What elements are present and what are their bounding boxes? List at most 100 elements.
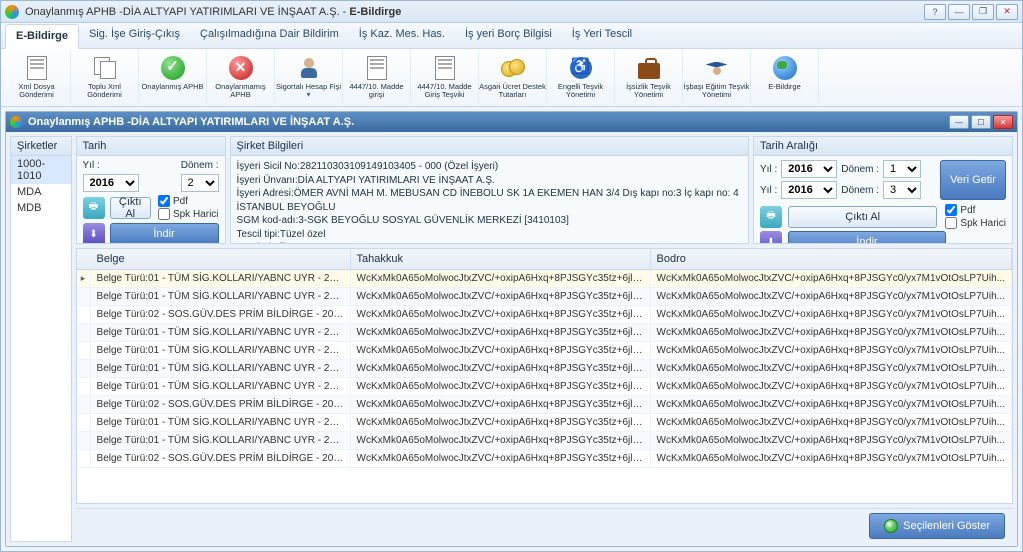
- table-row[interactable]: ▸Belge Türü:01 - TÜM SİG.KOLLARI/YABNC U…: [77, 270, 1012, 288]
- col-tahakkuk[interactable]: Tahakkuk: [351, 249, 651, 269]
- cell-bodro: WcKxMk0A65oMolwocJtxZVC/+oxipA6Hxq+8PJSG…: [651, 342, 1012, 359]
- donem-select[interactable]: 2: [181, 174, 219, 192]
- veri-getir-button[interactable]: Veri Getir: [940, 160, 1006, 200]
- menu-item-2[interactable]: Çalışılmadığına Dair Bildirim: [190, 23, 349, 48]
- toolbar-icon: [91, 55, 119, 81]
- table-row[interactable]: Belge Türü:01 - TÜM SİG.KOLLARI/YABNC UY…: [77, 432, 1012, 450]
- grid-header: Belge Tahakkuk Bodro: [77, 249, 1012, 270]
- aralik-cikti-al-button[interactable]: Çıktı Al: [788, 206, 937, 228]
- cell-belge: Belge Türü:02 - SOS.GÜV.DES PRİM BİLDİRG…: [91, 450, 351, 467]
- toolbar-label: 4447/10. Madde girişi: [343, 83, 410, 100]
- table-row[interactable]: Belge Türü:01 - TÜM SİG.KOLLARI/YABNC UY…: [77, 342, 1012, 360]
- inner-window-controls: — ☐ ✕: [949, 115, 1013, 129]
- spk-checkbox-row[interactable]: Spk Harici: [158, 208, 219, 220]
- outer-window: Onaylanmış APHB -DİA ALTYAPI YATIRIMLARI…: [0, 0, 1023, 552]
- table-row[interactable]: Belge Türü:01 - TÜM SİG.KOLLARI/YABNC UY…: [77, 360, 1012, 378]
- toolbar: Xml Dosya GönderimiToplu Xml Gönderimi✓O…: [1, 49, 1022, 107]
- cell-belge: Belge Türü:01 - TÜM SİG.KOLLARI/YABNC UY…: [91, 414, 351, 431]
- spk-checkbox[interactable]: [158, 208, 170, 220]
- aralik-yil2-label: Yıl :: [760, 185, 777, 196]
- toolbar-btn-8[interactable]: ♿Engelli Teşvik Yönetimi: [547, 51, 615, 105]
- secilenleri-goster-button[interactable]: Seçilenleri Göster: [869, 513, 1005, 539]
- inner-window: Onaylanmış APHB -DİA ALTYAPI YATIRIMLARI…: [5, 111, 1018, 547]
- table-row[interactable]: Belge Türü:01 - TÜM SİG.KOLLARI/YABNC UY…: [77, 378, 1012, 396]
- cell-tahakkuk: WcKxMk0A65oMolwocJtxZVC/+oxipA6Hxq+8PJSG…: [351, 378, 651, 395]
- cell-tahakkuk: WcKxMk0A65oMolwocJtxZVC/+oxipA6Hxq+8PJSG…: [351, 360, 651, 377]
- pdf-checkbox-row[interactable]: Pdf: [158, 195, 219, 207]
- cell-tahakkuk: WcKxMk0A65oMolwocJtxZVC/+oxipA6Hxq+8PJSG…: [351, 342, 651, 359]
- aralik-yil1-select[interactable]: 2016: [781, 160, 837, 178]
- toolbar-btn-4[interactable]: Sigortalı Hesap Fişi ▾: [275, 51, 343, 105]
- toolbar-btn-3[interactable]: ✕Onaylanmamış APHB: [207, 51, 275, 105]
- cell-tahakkuk: WcKxMk0A65oMolwocJtxZVC/+oxipA6Hxq+8PJSG…: [351, 450, 651, 467]
- aralik-donem1-select[interactable]: 1: [883, 160, 921, 178]
- toolbar-btn-6[interactable]: 4447/10. Madde Giriş Teşviki: [411, 51, 479, 105]
- toolbar-btn-11[interactable]: E-Bildirge: [751, 51, 819, 105]
- companies-list[interactable]: 1000-1010MDAMDB: [11, 156, 71, 541]
- toolbar-icon: ♿: [567, 55, 595, 81]
- toolbar-btn-10[interactable]: İşbaşı Eğitim Teşvik Yönetimi: [683, 51, 751, 105]
- inner-minimize-button[interactable]: —: [949, 115, 969, 129]
- aralik-pdf-row[interactable]: Pdf: [945, 204, 1006, 216]
- col-belge[interactable]: Belge: [91, 249, 351, 269]
- aralik-spk-checkbox[interactable]: [945, 217, 957, 229]
- menu-item-1[interactable]: Sig. İşe Giriş-Çıkış: [79, 23, 190, 48]
- inner-close-button[interactable]: ✕: [993, 115, 1013, 129]
- row-indicator: [77, 324, 91, 341]
- grid-body[interactable]: ▸Belge Türü:01 - TÜM SİG.KOLLARI/YABNC U…: [77, 270, 1012, 503]
- aralik-indir-button[interactable]: İndir: [788, 231, 946, 243]
- yil-select[interactable]: 2016: [83, 174, 139, 192]
- outer-window-controls: ? — ❐ ✕: [924, 4, 1018, 20]
- menu-item-5[interactable]: İş Yeri Tescil: [562, 23, 642, 48]
- table-row[interactable]: Belge Türü:01 - TÜM SİG.KOLLARI/YABNC UY…: [77, 324, 1012, 342]
- aralik-yil2-select[interactable]: 2016: [781, 181, 837, 199]
- minimize-button[interactable]: —: [948, 4, 970, 20]
- toolbar-label: Onaylanmış APHB: [141, 83, 203, 91]
- aralik-donem2-select[interactable]: 3: [883, 181, 921, 199]
- help-button[interactable]: ?: [924, 4, 946, 20]
- table-row[interactable]: Belge Türü:02 - SOS.GÜV.DES PRİM BİLDİRG…: [77, 396, 1012, 414]
- inner-maximize-button[interactable]: ☐: [971, 115, 991, 129]
- aralik-donem1-label: Dönem :: [841, 164, 879, 175]
- cell-bodro: WcKxMk0A65oMolwocJtxZVC/+oxipA6Hxq+8PJSG…: [651, 270, 1012, 287]
- inner-titlebar: Onaylanmış APHB -DİA ALTYAPI YATIRIMLARI…: [6, 112, 1017, 132]
- outer-titlebar: Onaylanmış APHB -DİA ALTYAPI YATIRIMLARI…: [1, 1, 1022, 23]
- cikti-al-button[interactable]: Çıktı Al: [110, 197, 151, 219]
- company-item[interactable]: MDA: [11, 184, 71, 200]
- indir-button[interactable]: İndir: [110, 223, 219, 243]
- company-item[interactable]: MDB: [11, 200, 71, 216]
- table-row[interactable]: Belge Türü:02 - SOS.GÜV.DES PRİM BİLDİRG…: [77, 450, 1012, 468]
- cell-bodro: WcKxMk0A65oMolwocJtxZVC/+oxipA6Hxq+8PJSG…: [651, 324, 1012, 341]
- sirket-bilgileri-header: Şirket Bilgileri: [231, 137, 748, 156]
- toolbar-btn-7[interactable]: Asgari Ücret Destek Tutarları: [479, 51, 547, 105]
- aralik-pdf-checkbox[interactable]: [945, 204, 957, 216]
- col-bodro[interactable]: Bodro: [651, 249, 1012, 269]
- table-row[interactable]: Belge Türü:01 - TÜM SİG.KOLLARI/YABNC UY…: [77, 414, 1012, 432]
- toolbar-btn-9[interactable]: İşsizlik Teşvik Yönetimi: [615, 51, 683, 105]
- close-button[interactable]: ✕: [996, 4, 1018, 20]
- table-row[interactable]: Belge Türü:01 - TÜM SİG.KOLLARI/YABNC UY…: [77, 288, 1012, 306]
- toolbar-label: İşsizlik Teşvik Yönetimi: [615, 83, 682, 100]
- restore-button[interactable]: ❐: [972, 4, 994, 20]
- tarih-araligi-panel: Tarih Aralığı Yıl : 2016 Dönem : 1: [753, 136, 1013, 244]
- toolbar-btn-2[interactable]: ✓Onaylanmış APHB: [139, 51, 207, 105]
- row-indicator: [77, 378, 91, 395]
- menu-item-4[interactable]: İş yeri Borç Bilgisi: [455, 23, 562, 48]
- toolbar-btn-5[interactable]: 4447/10. Madde girişi: [343, 51, 411, 105]
- sirket-info-line: İşyeri Ünvanı:DİA ALTYAPI YATIRIMLARI VE…: [237, 174, 742, 188]
- cell-belge: Belge Türü:02 - SOS.GÜV.DES PRİM BİLDİRG…: [91, 396, 351, 413]
- row-indicator: ▸: [77, 270, 91, 287]
- row-indicator: [77, 414, 91, 431]
- cell-bodro: WcKxMk0A65oMolwocJtxZVC/+oxipA6Hxq+8PJSG…: [651, 414, 1012, 431]
- row-indicator: [77, 432, 91, 449]
- menu-item-3[interactable]: İş Kaz. Mes. Has.: [349, 23, 455, 48]
- aralik-spk-row[interactable]: Spk Harici: [945, 217, 1006, 229]
- table-row[interactable]: Belge Türü:02 - SOS.GÜV.DES PRİM BİLDİRG…: [77, 306, 1012, 324]
- toolbar-btn-1[interactable]: Toplu Xml Gönderimi: [71, 51, 139, 105]
- toolbar-btn-0[interactable]: Xml Dosya Gönderimi: [3, 51, 71, 105]
- download-icon: ⬇: [83, 223, 105, 243]
- menu-item-0[interactable]: E-Bildirge: [5, 24, 79, 49]
- pdf-checkbox[interactable]: [158, 195, 170, 207]
- secilenleri-goster-label: Seçilenleri Göster: [903, 520, 990, 532]
- company-item[interactable]: 1000-1010: [11, 156, 71, 184]
